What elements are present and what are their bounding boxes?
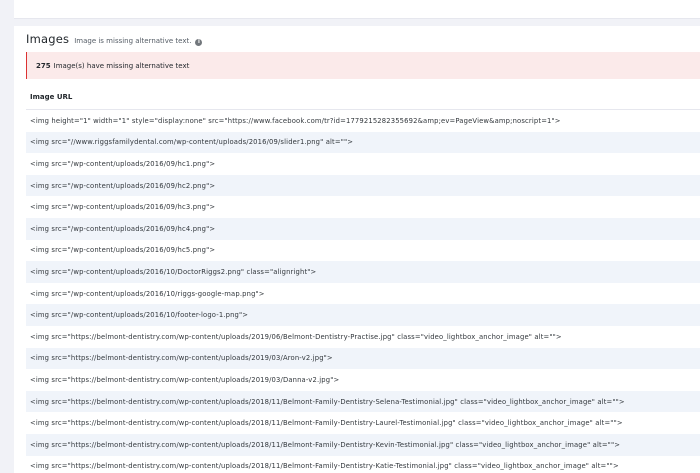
row-image-url: <img src="https://belmont-dentistry.com/…: [30, 419, 623, 428]
table-row: <img src="/wp-content/uploads/2016/09/hc…: [26, 153, 700, 175]
table-row: <img src="https://belmont-dentistry.com/…: [26, 347, 700, 370]
column-header-image-url: Image URL: [30, 92, 73, 101]
table-row: <img src="/wp-content/uploads/2016/10/fo…: [26, 304, 700, 326]
image-url-table: Image URL <img height="1" width="1" styl…: [26, 84, 700, 473]
table-body: <img height="1" width="1" style="display…: [26, 110, 700, 473]
row-image-url: <img src="https://belmont-dentistry.com/…: [30, 440, 621, 449]
section-header: Images Image is missing alternative text…: [26, 32, 203, 48]
table-row: <img src="/wp-content/uploads/2016/09/hc…: [26, 196, 700, 218]
section-title: Images: [26, 32, 70, 46]
table-row: <img src="https://belmont-dentistry.com/…: [26, 325, 700, 348]
row-image-url: <img height="1" width="1" style="display…: [30, 116, 561, 125]
images-panel: Images Image is missing alternative text…: [14, 26, 700, 473]
row-image-url: <img src="/wp-content/uploads/2016/09/hc…: [30, 203, 216, 212]
table-row: <img src="/wp-content/uploads/2016/09/hc…: [26, 217, 700, 240]
table-row: <img height="1" width="1" style="display…: [26, 110, 700, 132]
row-image-url: <img src="https://belmont-dentistry.com/…: [30, 462, 619, 471]
page: Images Image is missing alternative text…: [0, 0, 700, 473]
table-row: <img src="https://belmont-dentistry.com/…: [26, 455, 700, 473]
row-image-url: <img src="/wp-content/uploads/2016/09/hc…: [30, 181, 216, 190]
section-subtitle: Image is missing alternative text.: [74, 37, 192, 45]
alert-count: 275: [36, 61, 51, 70]
row-image-url: <img src="https://belmont-dentistry.com/…: [30, 332, 562, 341]
table-row: <img src="/wp-content/uploads/2016/09/hc…: [26, 239, 700, 262]
table-row: <img src="https://belmont-dentistry.com/…: [26, 390, 700, 413]
row-image-url: <img src="https://belmont-dentistry.com/…: [30, 375, 340, 384]
row-image-url: <img src="https://belmont-dentistry.com/…: [30, 397, 625, 406]
row-image-url: <img src="//www.riggsfamilydental.com/wp…: [30, 138, 354, 147]
row-image-url: <img src="/wp-content/uploads/2016/09/hc…: [30, 246, 216, 255]
table-row: <img src="https://belmont-dentistry.com/…: [26, 369, 700, 391]
row-image-url: <img src="/wp-content/uploads/2016/10/ri…: [30, 289, 265, 298]
row-image-url: <img src="/wp-content/uploads/2016/09/hc…: [30, 224, 216, 233]
table-row: <img src="/wp-content/uploads/2016/09/hc…: [26, 174, 700, 197]
table-row: <img src="//www.riggsfamilydental.com/wp…: [26, 131, 700, 154]
row-image-url: <img src="/wp-content/uploads/2016/10/Do…: [30, 267, 317, 276]
table-row: <img src="https://belmont-dentistry.com/…: [26, 433, 700, 456]
info-icon[interactable]: i: [195, 39, 203, 46]
table-row: <img src="/wp-content/uploads/2016/10/Do…: [26, 261, 700, 283]
alert-text: Image(s) have missing alternative text: [53, 61, 190, 70]
previous-panel: [14, 0, 700, 19]
missing-alt-alert: 275 Image(s) have missing alternative te…: [26, 52, 700, 79]
table-header: Image URL: [26, 84, 700, 110]
table-row: <img src="https://belmont-dentistry.com/…: [26, 412, 700, 434]
table-row: <img src="/wp-content/uploads/2016/10/ri…: [26, 282, 700, 305]
row-image-url: <img src="/wp-content/uploads/2016/09/hc…: [30, 159, 216, 168]
row-image-url: <img src="https://belmont-dentistry.com/…: [30, 354, 333, 363]
row-image-url: <img src="/wp-content/uploads/2016/10/fo…: [30, 311, 249, 320]
